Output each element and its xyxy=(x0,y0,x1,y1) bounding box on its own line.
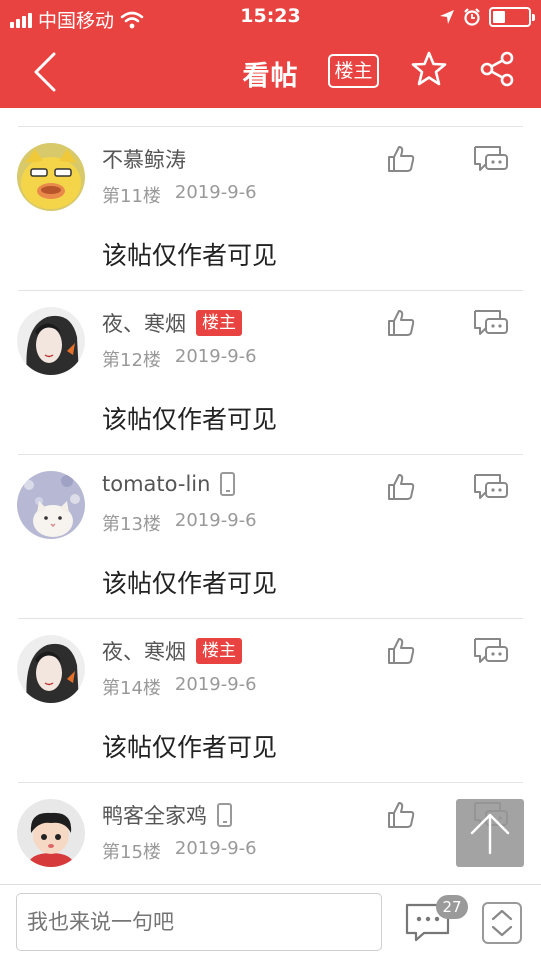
username[interactable]: 不慕鲸涛 xyxy=(102,144,186,174)
post-item: 夜、寒烟 楼主 第12楼 2019-9-6 该帖仅作者可见 xyxy=(0,290,541,454)
post-content: 该帖仅作者可见 xyxy=(102,241,278,270)
owner-badge: 楼主 xyxy=(196,638,242,664)
mobile-phone-icon xyxy=(220,472,236,496)
reply-bubble-icon[interactable] xyxy=(472,308,510,338)
thumbs-up-icon[interactable] xyxy=(386,800,416,830)
post-item: tomato-lin 第13楼 2019-9-6 该帖仅作者可见 xyxy=(0,454,541,618)
post-date: 2019-9-6 xyxy=(174,510,257,531)
floor-number: 第11楼 xyxy=(102,186,161,207)
username[interactable]: 鸭客全家鸡 xyxy=(102,800,207,830)
status-right xyxy=(439,7,535,27)
post-date: 2019-9-6 xyxy=(174,838,257,859)
username-row: 鸭客全家鸡 xyxy=(102,800,232,830)
floor-number: 第12楼 xyxy=(102,350,161,371)
status-bar: 中国移动 15:23 xyxy=(0,0,541,36)
owner-badge: 楼主 xyxy=(196,310,242,336)
post-meta: 第13楼 2019-9-6 xyxy=(102,510,257,536)
mobile-phone-icon xyxy=(217,803,232,827)
thumbs-up-icon[interactable] xyxy=(386,636,416,666)
up-down-icon xyxy=(491,909,513,937)
nav-bar: 看帖 楼主 xyxy=(0,36,541,108)
thumbs-up-icon[interactable] xyxy=(386,144,416,174)
floor-number: 第14楼 xyxy=(102,678,161,699)
alarm-icon xyxy=(464,8,480,26)
share-icon[interactable] xyxy=(478,50,516,88)
star-icon[interactable] xyxy=(410,50,448,88)
post-meta: 第15楼 2019-9-6 xyxy=(102,838,257,864)
bottom-bar: 27 xyxy=(0,884,541,960)
page-title: 看帖 xyxy=(242,61,299,92)
avatar[interactable] xyxy=(17,799,85,867)
username[interactable]: tomato-lin xyxy=(102,472,210,496)
post-date: 2019-9-6 xyxy=(174,674,257,695)
post-meta: 第12楼 2019-9-6 xyxy=(102,346,257,372)
post-date: 2019-9-6 xyxy=(174,346,257,367)
floor-number: 第15楼 xyxy=(102,842,161,863)
back-to-top-button[interactable] xyxy=(456,799,524,867)
username-row: 夜、寒烟 楼主 xyxy=(102,308,242,338)
username-row: tomato-lin xyxy=(102,472,236,496)
avatar[interactable] xyxy=(17,307,85,375)
post-content: 该帖仅作者可见 xyxy=(102,569,278,598)
post-date: 2019-9-6 xyxy=(174,182,257,203)
avatar[interactable] xyxy=(17,143,85,211)
post-content: 该帖仅作者可见 xyxy=(102,405,278,434)
username[interactable]: 夜、寒烟 xyxy=(102,308,186,338)
scroll-toggle-button[interactable] xyxy=(482,902,522,944)
post-meta: 第14楼 2019-9-6 xyxy=(102,674,257,700)
avatar[interactable] xyxy=(17,635,85,703)
post-content: 该帖仅作者可见 xyxy=(102,733,278,762)
thumbs-up-icon[interactable] xyxy=(386,472,416,502)
arrow-up-icon xyxy=(470,813,510,855)
thumbs-up-icon[interactable] xyxy=(386,308,416,338)
reply-bubble-icon[interactable] xyxy=(472,472,510,502)
app-header: 中国移动 15:23 看帖 楼主 xyxy=(0,0,541,108)
username-row: 不慕鲸涛 xyxy=(102,144,186,174)
divider xyxy=(18,782,523,783)
comment-input[interactable] xyxy=(16,893,382,951)
reply-bubble-icon[interactable] xyxy=(472,636,510,666)
comment-count-badge: 27 xyxy=(436,895,468,919)
post-meta: 第11楼 2019-9-6 xyxy=(102,182,257,208)
post-list[interactable]: 不慕鲸涛 第11楼 2019-9-6 该帖仅作者可见 夜、寒烟 楼主 第12楼 … xyxy=(0,108,541,884)
floor-number: 第13楼 xyxy=(102,514,161,535)
avatar[interactable] xyxy=(17,471,85,539)
username-row: 夜、寒烟 楼主 xyxy=(102,636,242,666)
post-item: 不慕鲸涛 第11楼 2019-9-6 该帖仅作者可见 xyxy=(0,126,541,290)
divider xyxy=(18,618,523,619)
owner-only-button[interactable]: 楼主 xyxy=(328,54,379,88)
reply-bubble-icon[interactable] xyxy=(472,144,510,174)
divider xyxy=(18,454,523,455)
divider xyxy=(18,290,523,291)
location-arrow-icon xyxy=(440,10,454,24)
battery-icon xyxy=(489,7,535,27)
username[interactable]: 夜、寒烟 xyxy=(102,636,186,666)
divider xyxy=(18,126,523,127)
post-item: 夜、寒烟 楼主 第14楼 2019-9-6 该帖仅作者可见 xyxy=(0,618,541,782)
